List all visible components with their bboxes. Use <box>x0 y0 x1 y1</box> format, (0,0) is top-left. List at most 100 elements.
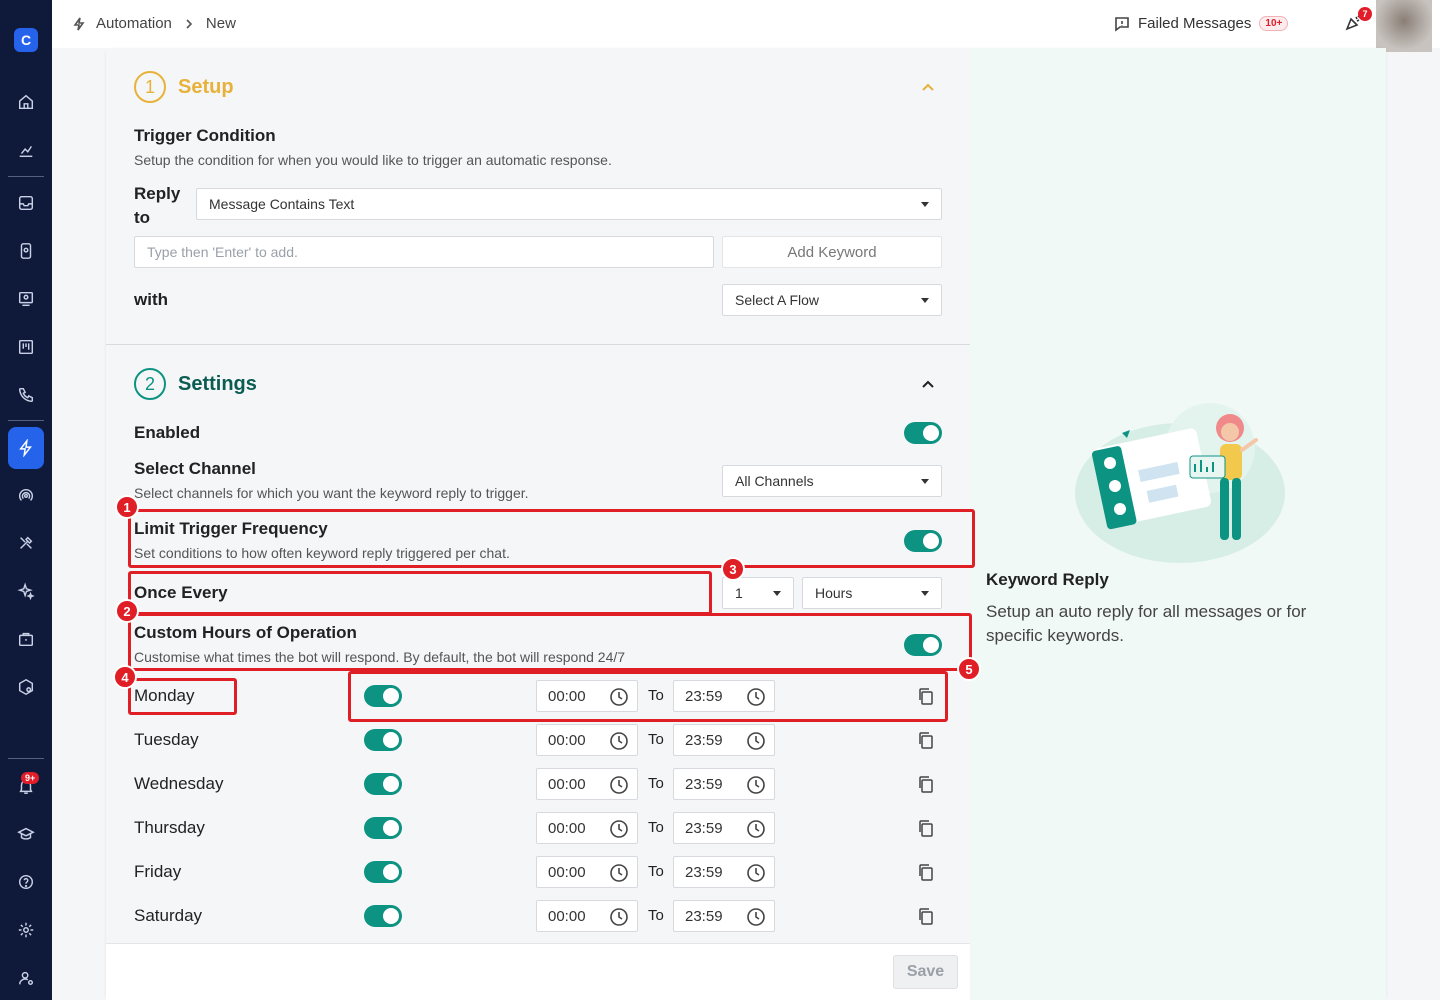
time-to-input[interactable]: 23:59 <box>673 768 775 800</box>
breadcrumb: Automation New <box>72 15 236 32</box>
signal-icon[interactable] <box>16 485 36 505</box>
to-label: To <box>648 775 664 792</box>
flow-value: Select A Flow <box>735 292 820 308</box>
app-logo[interactable]: C <box>14 28 38 52</box>
to-label: To <box>648 863 664 880</box>
tools-icon[interactable] <box>16 533 36 553</box>
frequency-value-select[interactable]: 1 <box>722 577 794 609</box>
academy-icon[interactable] <box>16 824 36 844</box>
keyword-input[interactable]: Type then 'Enter' to add. <box>134 236 714 268</box>
annotation-box-monday-hours <box>348 671 948 722</box>
caret-down-icon <box>921 201 929 207</box>
to-label: To <box>648 907 664 924</box>
info-title: Keyword Reply <box>986 570 1109 589</box>
enabled-label: Enabled <box>134 423 201 442</box>
phone-icon[interactable] <box>16 385 36 405</box>
inbox-icon[interactable] <box>16 193 36 213</box>
keyword-placeholder: Type then 'Enter' to add. <box>147 244 298 260</box>
user-settings-icon[interactable] <box>16 968 36 988</box>
setup-title: Setup <box>178 76 234 98</box>
time-to-value: 23:59 <box>685 775 723 793</box>
breadcrumb-current: New <box>205 15 236 32</box>
day-label: Tuesday <box>134 730 199 749</box>
time-to-input[interactable]: 23:59 <box>673 900 775 932</box>
time-from-input[interactable]: 00:00 <box>536 856 638 888</box>
chevron-right-icon <box>186 18 193 29</box>
chevron-up-icon[interactable] <box>921 81 935 95</box>
automation-icon[interactable] <box>16 438 36 458</box>
day-label: Friday <box>134 862 182 881</box>
briefcase-icon[interactable] <box>16 629 36 649</box>
flow-select[interactable]: Select A Flow <box>722 284 942 316</box>
to-label: To <box>648 819 664 836</box>
annotation-number: 3 <box>721 557 745 581</box>
day-toggle[interactable] <box>364 817 402 839</box>
frequency-unit-select[interactable]: Hours <box>802 577 942 609</box>
day-toggle[interactable] <box>364 729 402 751</box>
failed-messages-badge: 10+ <box>1259 16 1289 31</box>
time-from-input[interactable]: 00:00 <box>536 812 638 844</box>
user-avatar[interactable] <box>1376 0 1432 52</box>
time-to-value: 23:59 <box>685 819 723 837</box>
with-label: with <box>134 290 168 309</box>
annotation-box-monday <box>128 678 237 715</box>
trigger-condition-desc: Setup the condition for when you would l… <box>134 152 612 168</box>
settings-gear-icon[interactable] <box>16 920 36 940</box>
sidebar-divider <box>8 420 44 421</box>
broadcast-icon[interactable] <box>16 289 36 309</box>
home-icon[interactable] <box>16 92 36 112</box>
caret-down-icon <box>921 590 929 596</box>
annotation-box-limit <box>128 509 975 568</box>
settings-step-number: 2 <box>134 368 166 400</box>
time-to-value: 23:59 <box>685 907 723 925</box>
time-to-input[interactable]: 23:59 <box>673 724 775 756</box>
select-channel-title: Select Channel <box>134 459 256 478</box>
day-toggle[interactable] <box>364 861 402 883</box>
select-channel-desc: Select channels for which you want the k… <box>134 485 529 501</box>
ai-sparkle-icon[interactable] <box>16 581 36 601</box>
day-toggle[interactable] <box>364 773 402 795</box>
settings-title: Settings <box>178 373 257 395</box>
time-from-input[interactable]: 00:00 <box>536 900 638 932</box>
keyword-reply-illustration <box>1075 403 1285 563</box>
enabled-toggle[interactable] <box>904 422 942 444</box>
channel-value: All Channels <box>735 473 814 489</box>
message-alert-icon <box>1115 16 1129 32</box>
failed-messages-link[interactable]: Failed Messages 10+ <box>1114 15 1289 32</box>
copy-icon[interactable] <box>917 775 935 793</box>
help-icon[interactable] <box>16 872 36 892</box>
analytics-icon[interactable] <box>16 140 36 160</box>
day-toggle[interactable] <box>364 905 402 927</box>
to-label: To <box>648 731 664 748</box>
time-to-input[interactable]: 23:59 <box>673 856 775 888</box>
annotation-number: 5 <box>957 657 981 681</box>
board-icon[interactable] <box>16 337 36 357</box>
add-keyword-button[interactable]: Add Keyword <box>722 236 942 268</box>
time-from-value: 00:00 <box>548 731 586 749</box>
annotation-box-once-every <box>128 571 712 615</box>
sidebar-divider <box>8 758 44 759</box>
breadcrumb-root[interactable]: Automation <box>96 15 172 32</box>
package-settings-icon[interactable] <box>16 677 36 697</box>
day-label: Thursday <box>134 818 205 837</box>
info-description: Setup an auto reply for all messages or … <box>986 602 1307 645</box>
copy-icon[interactable] <box>917 731 935 749</box>
contacts-icon[interactable] <box>16 241 36 261</box>
time-from-input[interactable]: 00:00 <box>536 768 638 800</box>
time-from-input[interactable]: 00:00 <box>536 724 638 756</box>
time-to-value: 23:59 <box>685 731 723 749</box>
reply-to-select[interactable]: Message Contains Text <box>196 188 942 220</box>
frequency-value: 1 <box>735 585 743 601</box>
caret-down-icon <box>921 478 929 484</box>
copy-icon[interactable] <box>917 863 935 881</box>
time-from-value: 00:00 <box>548 863 586 881</box>
channel-select[interactable]: All Channels <box>722 465 942 497</box>
sidebar-divider <box>8 176 44 177</box>
chevron-up-icon[interactable] <box>921 378 935 392</box>
failed-messages-label: Failed Messages <box>1138 15 1252 32</box>
save-button[interactable]: Save <box>893 955 958 989</box>
time-to-input[interactable]: 23:59 <box>673 812 775 844</box>
caret-down-icon <box>921 297 929 303</box>
copy-icon[interactable] <box>917 907 935 925</box>
copy-icon[interactable] <box>917 819 935 837</box>
